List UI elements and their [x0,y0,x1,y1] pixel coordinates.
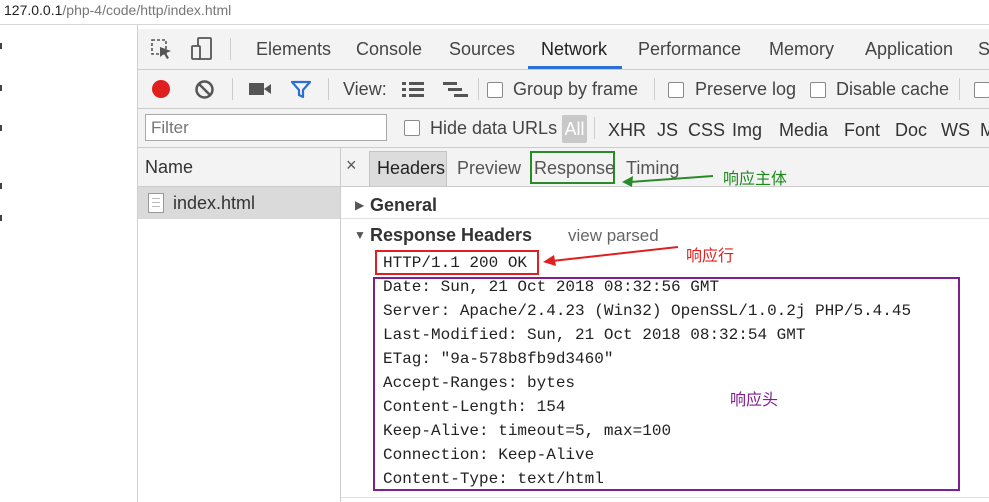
camera-icon[interactable] [248,81,272,97]
tab-sources[interactable]: Sources [449,39,515,60]
toolbar-separator [232,78,233,100]
page-viewport-strip [0,25,138,502]
filter-type-all[interactable]: All [562,115,587,143]
tab-response[interactable]: Response [534,158,615,179]
network-toolbar: View: Group by frame Preserve log Disabl… [138,70,989,109]
filter-type-media[interactable]: Media [779,120,828,141]
devtools-tabbar: Elements Console Sources Network Perform… [138,29,989,70]
header-line: Accept-Ranges: bytes [383,374,576,392]
name-column-label: Name [145,157,194,177]
disable-cache-label: Disable cache [836,79,950,99]
filter-type-img[interactable]: Img [732,120,762,141]
response-body-annotation: 响应主体 [723,171,788,188]
filter-input[interactable] [145,114,387,141]
page-text-fragment [0,215,2,221]
tab-performance[interactable]: Performance [638,39,741,60]
request-name: index.html [173,193,256,213]
cursor-select-icon[interactable] [151,39,173,61]
address-host: 127.0.0.1 [4,2,63,18]
toolbar-separator [328,78,329,100]
expand-triangle-icon[interactable]: ▶ [355,198,364,212]
section-divider [341,218,989,219]
filter-separator [594,117,595,139]
filter-type-css[interactable]: CSS [688,120,725,141]
header-line: Keep-Alive: timeout=5, max=100 [383,422,672,440]
preserve-log-checkbox[interactable] [668,82,684,98]
filter-type-js[interactable]: JS [657,120,678,141]
offline-checkbox[interactable] [974,82,989,98]
toolbar-separator [959,78,960,100]
disable-cache-checkbox[interactable] [810,82,826,98]
response-line-annotation: 响应行 [686,248,735,265]
request-detail-tabs: × Headers Preview Response Timing [341,148,989,187]
view-label: View: [343,79,387,99]
response-line-arrow [551,246,679,262]
pane-bottom-divider [341,497,989,498]
general-section-title[interactable]: General [370,195,437,216]
page-text-fragment [0,43,2,49]
page-text-fragment [0,125,2,131]
response-headers-annotation: 响应头 [730,392,779,409]
document-file-icon [148,193,164,213]
header-line: ETag: "9a-578b8fb9d3460" [383,350,614,368]
tab-application[interactable]: Application [865,39,953,60]
filter-type-doc[interactable]: Doc [895,120,927,141]
page-text-fragment [0,183,2,189]
close-detail-icon[interactable]: × [346,155,357,176]
header-line: Connection: Keep-Alive [383,446,595,464]
response-line-arrowhead [543,255,556,266]
header-line: Server: Apache/2.4.23 (Win32) OpenSSL/1.… [383,302,912,320]
active-tab-indicator [528,66,622,69]
page-text-fragment [0,85,2,91]
tab-preview[interactable]: Preview [457,158,521,179]
tab-network[interactable]: Network [541,39,607,60]
address-bar[interactable]: 127.0.0.1/php-4/code/http/index.html [4,2,231,18]
group-by-frame-label: Group by frame [513,79,639,99]
filter-type-xhr[interactable]: XHR [608,120,646,141]
hide-data-urls-checkbox[interactable] [404,120,420,136]
filter-funnel-icon[interactable] [290,80,312,100]
request-row[interactable]: index.html [138,187,340,219]
preserve-log-label: Preserve log [695,79,797,99]
tab-separator [230,38,231,60]
view-parsed-link[interactable]: view parsed [568,226,659,246]
header-line: Date: Sun, 21 Oct 2018 08:32:56 GMT [383,278,720,296]
tab-headers[interactable]: Headers [377,158,445,179]
device-toggle-icon[interactable] [190,37,214,61]
tab-console[interactable]: Console [356,39,422,60]
filter-type-ws[interactable]: WS [941,120,970,141]
tab-elements[interactable]: Elements [256,39,331,60]
address-path: /php-4/code/http/index.html [62,2,232,18]
tab-overflow[interactable]: S [978,39,989,60]
toolbar-separator [478,78,479,100]
header-line: Content-Type: text/html [383,470,604,488]
hide-data-urls-label: Hide data URLs [430,118,558,138]
collapse-triangle-icon[interactable]: ▼ [354,228,366,242]
waterfall-view-icon[interactable] [443,81,469,97]
clear-icon[interactable] [194,79,215,100]
name-column-header[interactable]: Name [138,148,340,187]
header-line: Last-Modified: Sun, 21 Oct 2018 08:32:54… [383,326,806,344]
tab-timing[interactable]: Timing [626,158,679,179]
group-by-frame-checkbox[interactable] [487,82,503,98]
request-list: Name index.html [138,148,341,502]
response-headers-section-title[interactable]: Response Headers [370,225,532,246]
filter-type-manifest[interactable]: M [980,120,989,141]
filter-type-font[interactable]: Font [844,120,880,141]
address-bar-divider [0,24,989,25]
tab-memory[interactable]: Memory [769,39,834,60]
toolbar-separator [654,78,655,100]
filter-bar: Hide data URLs All XHR JS CSS Img Media … [138,109,989,148]
list-view-icon[interactable] [402,81,424,97]
header-line: Content-Length: 154 [383,398,566,416]
record-icon[interactable] [151,79,171,99]
status-line: HTTP/1.1 200 OK [383,254,528,272]
